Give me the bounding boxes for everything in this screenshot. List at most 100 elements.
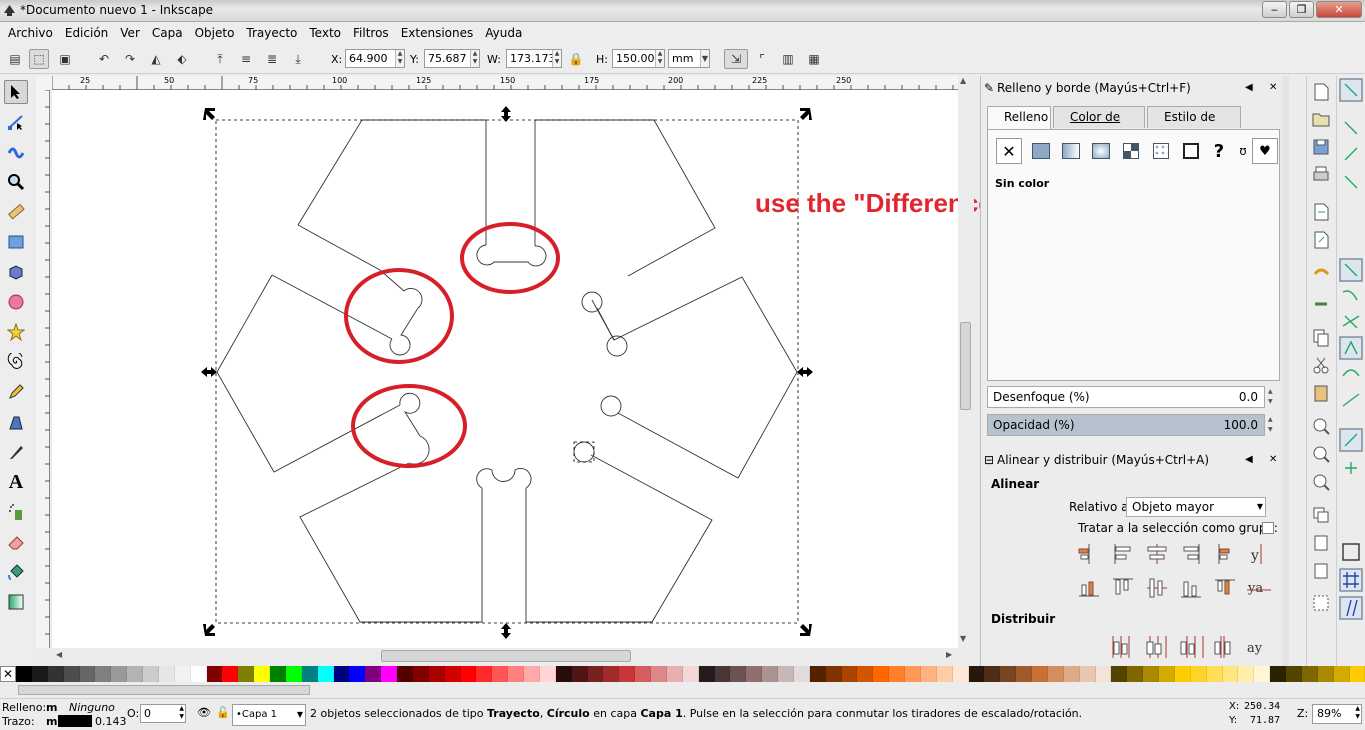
palette-swatch[interactable] (111, 666, 128, 682)
menu-archivo[interactable]: Archivo (2, 25, 59, 41)
scale-corners-icon[interactable]: ⌜ (752, 49, 772, 69)
palette-scrollbar[interactable] (0, 683, 1365, 697)
palette-swatch[interactable] (317, 666, 334, 682)
unset-paint-button[interactable] (1178, 138, 1204, 164)
palette-swatch[interactable] (412, 666, 429, 682)
palette-swatch[interactable] (1079, 666, 1096, 682)
gradient-tool-icon[interactable] (4, 590, 28, 614)
palette-swatch[interactable] (31, 666, 48, 682)
palette-swatch[interactable] (587, 666, 604, 682)
palette-swatch[interactable] (492, 666, 509, 682)
palette-swatch[interactable] (508, 666, 524, 682)
close-align-icon[interactable]: ✕ (1269, 450, 1277, 470)
text-tool-icon[interactable]: A (4, 470, 28, 494)
palette-scroll-thumb[interactable] (18, 685, 310, 695)
palette-swatch[interactable] (524, 666, 540, 682)
w-spin-arrows[interactable]: ▲ ▼ (552, 50, 561, 67)
palette-swatch[interactable] (920, 666, 937, 682)
blur-field[interactable]: Desenfoque (%) 0.0 (987, 386, 1265, 408)
opacity-spin-arrows[interactable]: ▲ ▼ (1268, 415, 1273, 435)
h-spin-arrows[interactable]: ▲ ▼ (655, 50, 664, 67)
palette-swatch[interactable] (603, 666, 620, 682)
select-all-layers-icon[interactable]: ⬚ (29, 49, 49, 69)
palette-swatch[interactable] (206, 666, 223, 682)
vertical-ruler[interactable] (36, 90, 50, 648)
3d-box-tool-icon[interactable] (4, 260, 28, 284)
hide-layer-icon[interactable]: 👁 (197, 706, 211, 719)
w-input[interactable]: 173.173 ▲ ▼ (506, 49, 562, 68)
tab-relleno[interactable]: Relleno (987, 106, 1051, 129)
menu-capa[interactable]: Capa (146, 25, 189, 41)
menu-objeto[interactable]: Objeto (189, 25, 241, 41)
palette-swatch[interactable] (1301, 666, 1318, 682)
palette-swatch[interactable] (1047, 666, 1064, 682)
palette-swatch[interactable] (1095, 666, 1112, 682)
pen-tool-icon[interactable] (4, 410, 28, 434)
command-icons[interactable] (1307, 76, 1335, 636)
layer-select[interactable]: •Capa 1 ▼ (232, 704, 306, 726)
palette-swatch[interactable] (682, 666, 699, 682)
menu-texto[interactable]: Texto (303, 25, 347, 41)
palette-swatch[interactable] (1349, 666, 1365, 682)
palette-swatch[interactable] (571, 666, 588, 682)
palette-swatch[interactable] (1190, 666, 1207, 682)
palette-swatch[interactable] (190, 666, 207, 682)
star-tool-icon[interactable] (4, 320, 28, 344)
stroke-width-value[interactable]: 0.143 (95, 715, 127, 728)
palette-swatch[interactable] (809, 666, 826, 682)
drawing[interactable] (52, 90, 958, 648)
eraser-tool-icon[interactable] (4, 530, 28, 554)
scroll-left-icon[interactable]: ◀ (56, 650, 62, 659)
palette-swatch[interactable] (238, 666, 255, 682)
palette-swatch[interactable] (397, 666, 413, 682)
menu-ayuda[interactable]: Ayuda (479, 25, 528, 41)
palette-swatch[interactable] (730, 666, 747, 682)
palette-swatch[interactable] (301, 666, 318, 682)
unknown-paint-icon[interactable]: ? (1206, 138, 1232, 164)
palette-swatch[interactable] (952, 666, 969, 682)
fill-rule-nonzero-icon[interactable]: ♥ (1252, 138, 1278, 164)
flip-horizontal-icon[interactable]: ◭ (146, 49, 166, 69)
no-paint-button[interactable]: ✕ (996, 138, 1022, 164)
raise-to-top-icon[interactable]: ⤒ (210, 49, 230, 69)
spray-tool-icon[interactable] (4, 500, 28, 524)
palette-swatch[interactable] (1159, 666, 1175, 682)
palette-swatch[interactable] (936, 666, 953, 682)
minimize-button[interactable]: ‒ (1262, 1, 1287, 18)
palette-swatch[interactable] (555, 666, 572, 682)
palette-swatch[interactable] (698, 666, 715, 682)
palette-swatch[interactable] (381, 666, 397, 682)
horizontal-scroll-thumb[interactable] (381, 650, 631, 662)
node-tool-icon[interactable] (4, 110, 28, 134)
palette-swatch[interactable] (1016, 666, 1032, 682)
palette-swatch[interactable] (143, 666, 159, 682)
selector-tool-icon[interactable] (4, 80, 28, 104)
palette-swatch[interactable] (285, 666, 302, 682)
stroke-color-swatch[interactable] (58, 715, 92, 727)
align-buttons[interactable]: y ya (1077, 542, 1277, 606)
swatch-button[interactable] (1148, 138, 1174, 164)
palette-swatch[interactable] (95, 666, 112, 682)
scroll-up-icon[interactable]: ▲ (960, 76, 966, 85)
palette-swatch[interactable] (905, 666, 921, 682)
select-all-icon[interactable]: ▤ (5, 49, 25, 69)
palette-swatch[interactable] (1317, 666, 1334, 682)
palette-swatch[interactable] (365, 666, 382, 682)
unit-select[interactable]: mm ▼ (668, 49, 710, 68)
scroll-down-icon[interactable]: ▼ (960, 634, 966, 643)
palette-swatch[interactable] (619, 666, 636, 682)
palette-swatch[interactable] (793, 666, 810, 682)
palette-swatch[interactable] (349, 666, 366, 682)
ellipse-tool-icon[interactable] (4, 290, 28, 314)
palette-swatch[interactable] (857, 666, 874, 682)
palette-swatch[interactable] (1143, 666, 1159, 682)
palette-swatch[interactable] (873, 666, 890, 682)
palette-swatch[interactable] (460, 666, 477, 682)
x-input[interactable]: 64.900 ▲ ▼ (345, 49, 405, 68)
fill-stroke-panel-title[interactable]: Relleno y borde (Mayús+Ctrl+F) ✎ ◀ ✕ (981, 78, 1289, 98)
lower-icon[interactable]: ≣ (262, 49, 282, 69)
palette-swatch[interactable] (1286, 666, 1302, 682)
tab-color-de-trazo[interactable]: Color de trazo (1053, 106, 1145, 144)
color-palette[interactable]: ✕ (0, 666, 1365, 682)
rectangle-tool-icon[interactable] (4, 230, 28, 254)
